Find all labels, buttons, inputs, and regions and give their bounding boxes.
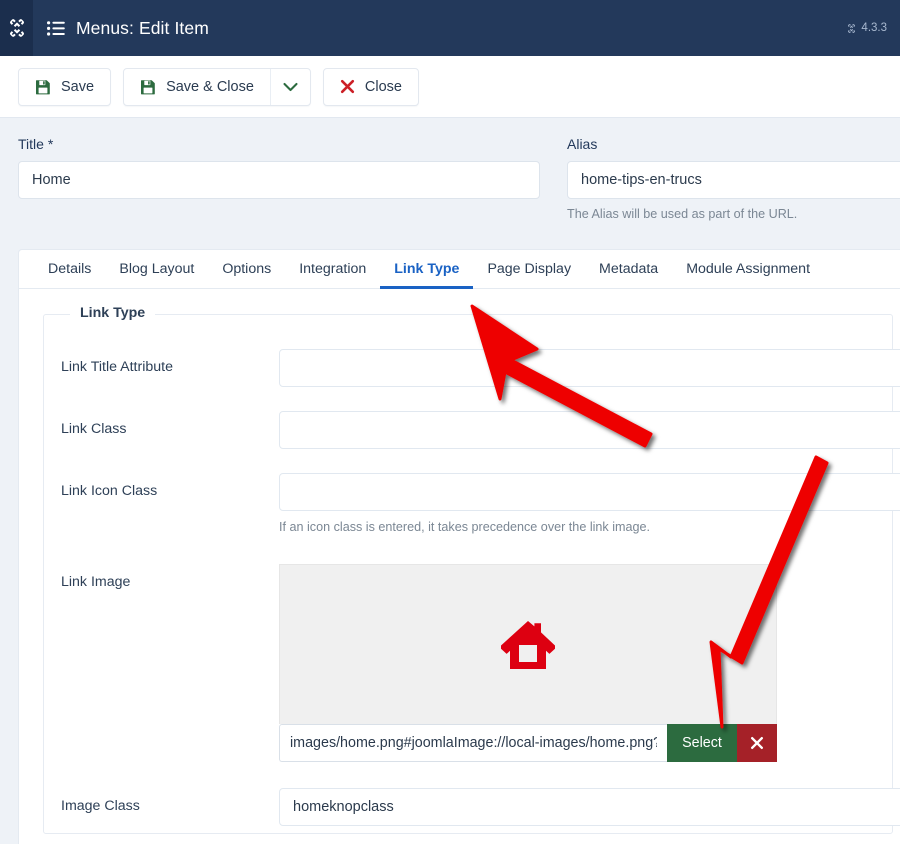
alias-field-group: Alias The Alias will be used as part of … — [567, 136, 900, 221]
title-input[interactable] — [18, 161, 540, 199]
floppy-disk-icon — [141, 79, 155, 94]
link-icon-class-label: Link Icon Class — [61, 483, 158, 499]
alias-help-text: The Alias will be used as part of the UR… — [567, 207, 798, 221]
save-button-label: Save — [61, 78, 95, 95]
tab-bar: Details Blog Layout Options Integration … — [19, 250, 900, 289]
image-class-input[interactable] — [279, 788, 900, 826]
save-dropdown-toggle[interactable] — [269, 68, 310, 105]
close-button-label: Close — [364, 78, 402, 95]
save-and-close-split-button: Save & Close — [123, 67, 311, 106]
tab-blog-layout[interactable]: Blog Layout — [105, 250, 208, 289]
clear-image-button[interactable] — [737, 724, 777, 762]
save-and-close-button[interactable]: Save & Close — [124, 69, 270, 105]
list-menu-icon — [47, 20, 65, 36]
select-image-button[interactable]: Select — [667, 724, 737, 762]
red-house-icon — [501, 620, 555, 669]
link-type-fieldset: Link Type Link Title Attribute Link Clas… — [43, 305, 900, 834]
link-icon-class-row: Link Icon Class If an icon class is ente… — [44, 473, 900, 534]
floppy-disk-icon — [36, 79, 50, 94]
link-image-path-input[interactable] — [279, 724, 667, 762]
tab-details[interactable]: Details — [34, 250, 105, 289]
link-title-attribute-label: Link Title Attribute — [61, 359, 173, 375]
tab-link-type[interactable]: Link Type — [380, 250, 474, 289]
joomla-admin-screen: Menus: Edit Item 4.3.3 Save Save & Close… — [0, 0, 900, 844]
title-label: Title * — [18, 136, 54, 152]
sidebar-toggle[interactable] — [0, 0, 33, 56]
title-field-group: Title * — [18, 136, 540, 199]
page-title: Menus: Edit Item — [76, 17, 209, 38]
image-class-row: Image Class — [44, 788, 900, 826]
link-class-input[interactable] — [279, 411, 900, 449]
tab-integration[interactable]: Integration — [285, 250, 380, 289]
link-type-legend: Link Type — [70, 305, 156, 321]
link-title-attribute-input[interactable] — [279, 349, 900, 387]
link-image-row: Link Image Select — [44, 564, 892, 762]
joomla-brand-icon — [848, 23, 856, 33]
image-class-label: Image Class — [61, 798, 140, 814]
close-button[interactable]: Close — [322, 67, 419, 106]
link-title-attribute-row: Link Title Attribute — [44, 349, 900, 387]
chevron-down-icon — [283, 82, 298, 91]
save-and-close-button-label: Save & Close — [166, 78, 254, 95]
title-alias-row: Title * Alias The Alias will be used as … — [0, 118, 900, 248]
tab-metadata[interactable]: Metadata — [585, 250, 672, 289]
joomla-logo-icon — [9, 19, 24, 37]
tab-options[interactable]: Options — [208, 250, 285, 289]
header-title-group: Menus: Edit Item — [33, 0, 846, 56]
x-mark-icon — [340, 79, 355, 94]
editor-toolbar: Save Save & Close Close — [0, 56, 900, 118]
alias-label: Alias — [567, 136, 598, 152]
link-class-label: Link Class — [61, 421, 127, 437]
tab-module-assignment[interactable]: Module Assignment — [672, 250, 824, 289]
link-class-row: Link Class — [44, 411, 900, 449]
version-number: 4.3.3 — [861, 22, 887, 34]
link-icon-class-input[interactable] — [279, 473, 900, 511]
link-image-preview — [279, 564, 777, 724]
save-button[interactable]: Save — [18, 67, 112, 106]
version-badge: 4.3.3 — [846, 22, 900, 34]
link-image-media-field: Select — [279, 564, 777, 762]
tab-page-display[interactable]: Page Display — [473, 250, 585, 289]
link-image-label: Link Image — [61, 574, 131, 590]
edit-item-tab-card: Details Blog Layout Options Integration … — [18, 249, 900, 844]
top-header-bar: Menus: Edit Item 4.3.3 — [0, 0, 900, 56]
link-image-input-bar: Select — [279, 724, 777, 762]
alias-input[interactable] — [567, 161, 900, 199]
link-type-panel: Link Type Link Title Attribute Link Clas… — [19, 289, 900, 834]
link-icon-class-help-text: If an icon class is entered, it takes pr… — [279, 520, 651, 534]
x-mark-icon — [751, 737, 763, 749]
